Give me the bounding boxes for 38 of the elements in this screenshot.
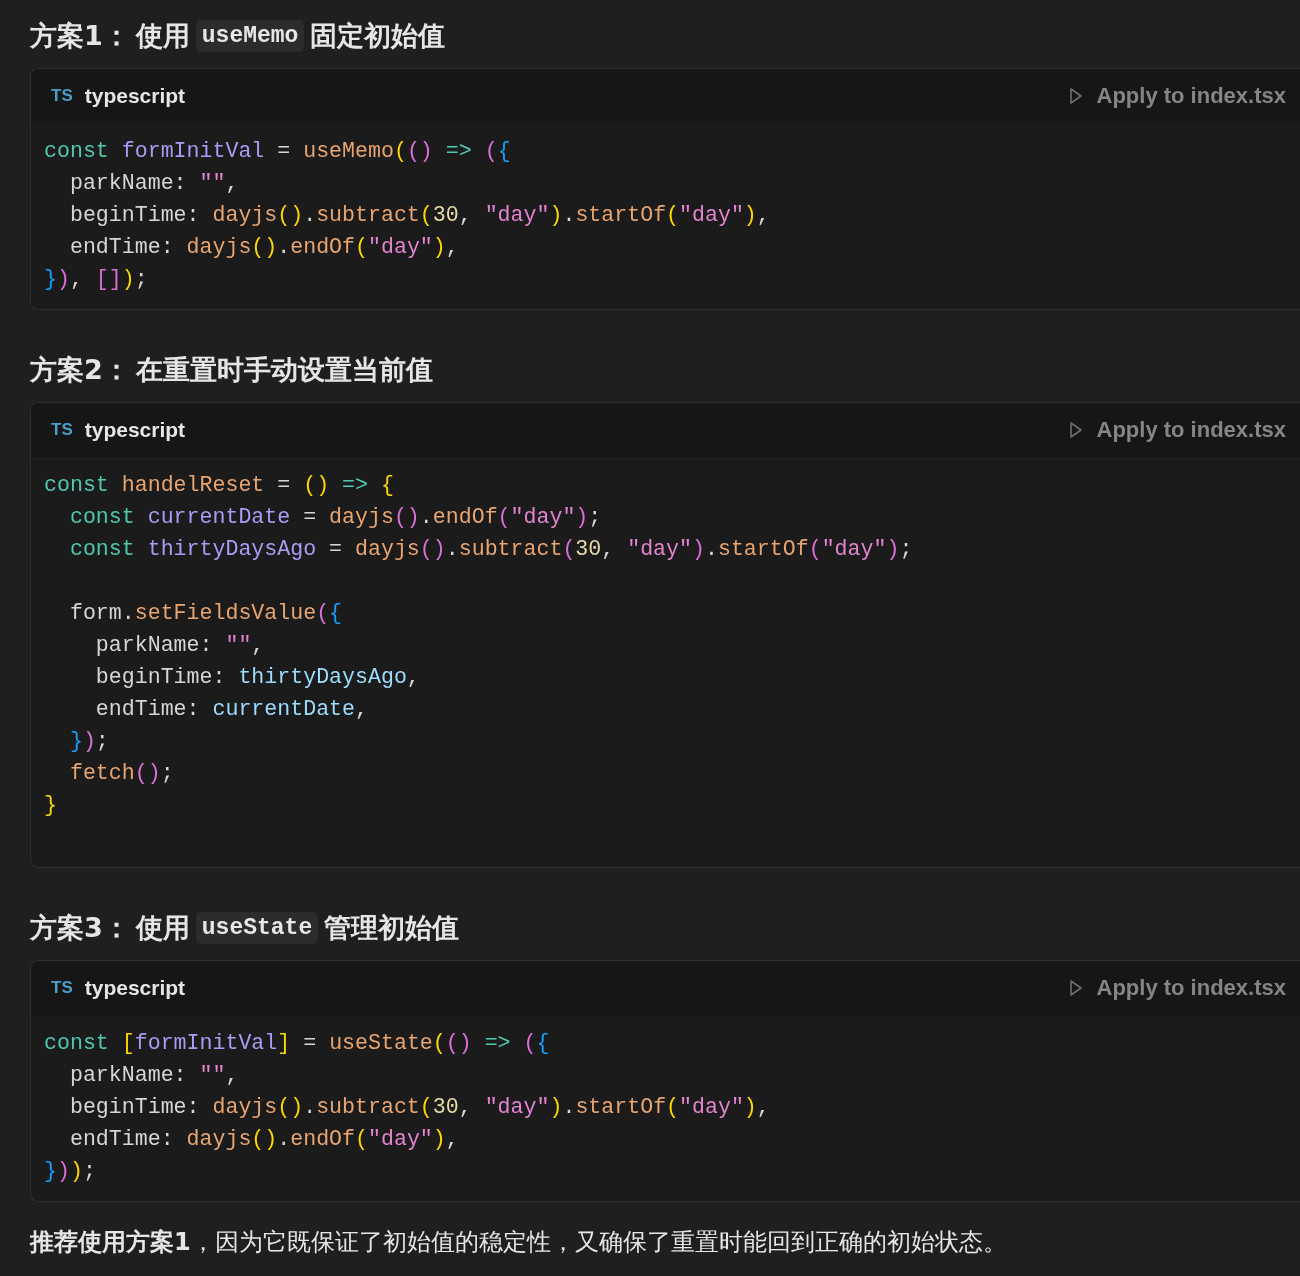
code-line: parkName: "",: [68, 170, 240, 197]
code-line: endTime: dayjs().endOf("day"),: [68, 1126, 460, 1153]
conclusion-text: 推荐使用方案1，因为它既保证了初始值的稳定性，又确保了重置时能回到正确的初始状态。: [30, 1227, 1008, 1258]
code-line: const currentDate = dayjs().endOf("day");: [68, 504, 603, 531]
inline-code: useState: [195, 912, 319, 944]
code-line: }), []);: [44, 266, 149, 293]
code-line: beginTime: dayjs().subtract(30, "day").startOf("day"),: [68, 202, 771, 229]
typescript-icon: TS: [51, 978, 73, 998]
code-line: endTime: currentDate,: [94, 696, 369, 723]
code-line: }: [44, 792, 58, 819]
apply-button[interactable]: Apply to index.tsx: [1068, 975, 1286, 1001]
code-line: const formInitVal = useMemo(() => ({: [44, 138, 512, 165]
code-line: fetch();: [68, 760, 175, 787]
code-line: const [formInitVal] = useState(() => ({: [44, 1030, 551, 1057]
language-label: typescript: [84, 418, 186, 442]
language-label: typescript: [84, 84, 186, 108]
code-line: form.setFieldsValue({: [68, 600, 344, 627]
play-icon: [1068, 421, 1083, 439]
section-heading: 方案3： 使用 useState 管理初始值: [30, 911, 461, 946]
code-line: });: [68, 728, 110, 755]
section-heading: 方案1： 使用 useMemo 固定初始值: [30, 19, 447, 54]
typescript-icon: TS: [51, 420, 73, 440]
code-line: const thirtyDaysAgo = dayjs().subtract(30, "day").startOf("day");: [68, 536, 914, 563]
apply-button[interactable]: Apply to index.tsx: [1068, 83, 1286, 109]
section-heading: 方案2： 在重置时手动设置当前值: [30, 353, 434, 387]
code-line: beginTime: dayjs().subtract(30, "day").startOf("day"),: [68, 1094, 771, 1121]
code-line: const handelReset = () => {: [44, 472, 395, 499]
code-line: parkName: "",: [68, 1062, 240, 1089]
typescript-icon: TS: [51, 86, 73, 106]
code-line: }));: [44, 1158, 97, 1185]
inline-code: useMemo: [195, 20, 305, 52]
play-icon: [1068, 979, 1083, 997]
apply-button[interactable]: Apply to index.tsx: [1068, 417, 1286, 443]
code-line: beginTime: thirtyDaysAgo,: [94, 664, 421, 691]
code-line: parkName: "",: [94, 632, 266, 659]
play-icon: [1068, 87, 1083, 105]
code-line: endTime: dayjs().endOf("day"),: [68, 234, 460, 261]
language-label: typescript: [84, 976, 186, 1000]
